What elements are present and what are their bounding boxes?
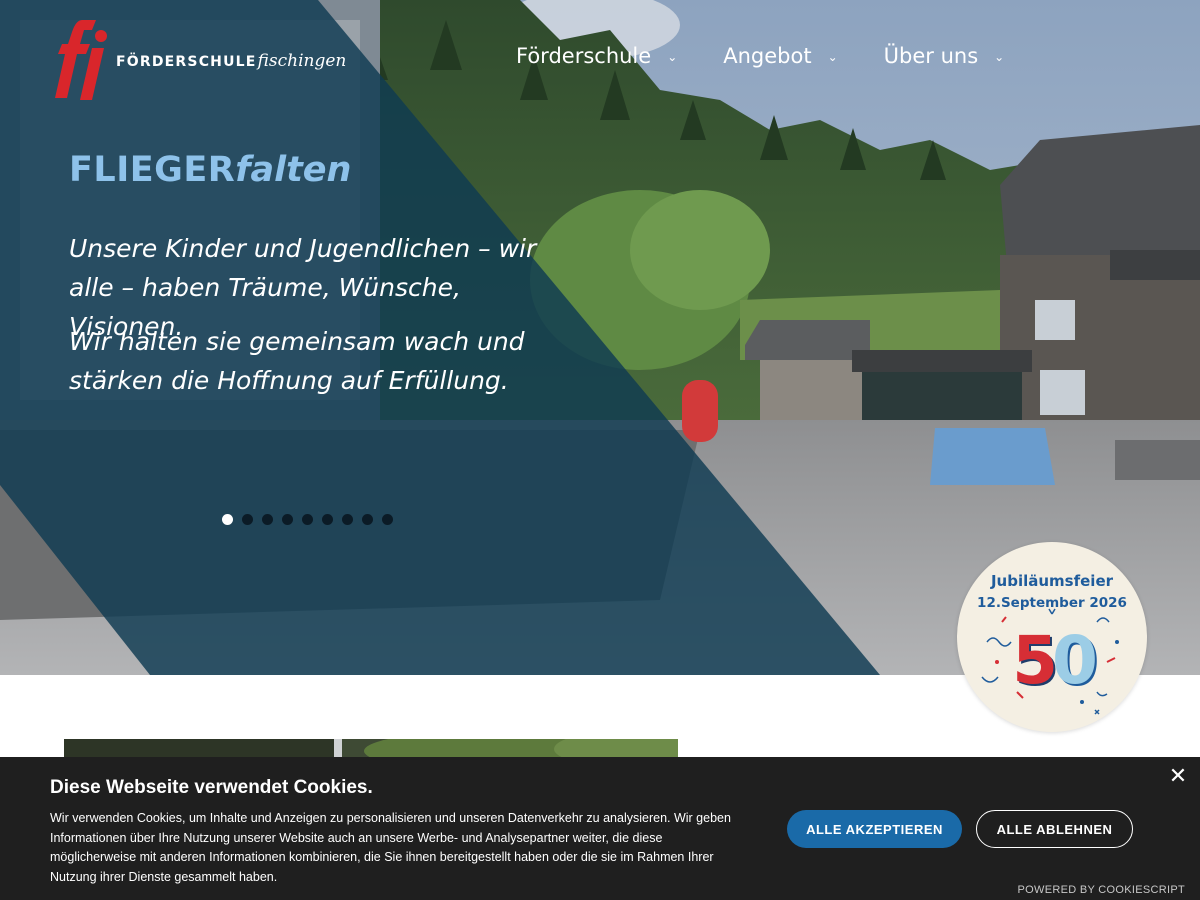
- nav-item-ueber-uns[interactable]: Über uns ⌄: [884, 44, 1005, 68]
- nav-item-foerderschule[interactable]: Förderschule ⌄: [516, 44, 677, 68]
- jubilee-digit-five: 5: [1012, 622, 1058, 699]
- slider-dot-2[interactable]: [242, 514, 253, 525]
- slider-dot-3[interactable]: [262, 514, 273, 525]
- powered-by-link[interactable]: POWERED BY COOKIESCRIPT: [1018, 884, 1185, 896]
- slider-dot-5[interactable]: [302, 514, 313, 525]
- chevron-down-icon: ⌄: [994, 50, 1005, 64]
- slider-dot-7[interactable]: [342, 514, 353, 525]
- nav-item-label: Angebot: [723, 44, 812, 68]
- main-navigation: Förderschule ⌄ Angebot ⌄ Über uns ⌄: [516, 44, 1050, 68]
- nav-item-angebot[interactable]: Angebot ⌄: [723, 44, 837, 68]
- slide-title: FLIEGERfalten: [69, 150, 351, 190]
- slide-paragraph-2: Wir halten sie gemeinsam wach und stärke…: [69, 327, 525, 395]
- page: FÖRDERSCHULEfischingen Förderschule ⌄ An…: [0, 0, 1200, 900]
- slider-pagination: [222, 514, 402, 525]
- logo-icon: [55, 20, 107, 100]
- slider-dot-8[interactable]: [362, 514, 373, 525]
- chevron-down-icon: ⌄: [667, 50, 678, 64]
- close-icon[interactable]: ✕: [1167, 765, 1189, 789]
- nav-item-label: Über uns: [883, 44, 979, 68]
- reject-all-button[interactable]: ALLE ABLEHNEN: [976, 810, 1133, 848]
- slider-dot-4[interactable]: [282, 514, 293, 525]
- jubilee-title: Jubiläumsfeier: [990, 572, 1114, 590]
- cookie-banner-text: Wir verwenden Cookies, um Inhalte und An…: [50, 811, 731, 884]
- slider-dot-9[interactable]: [382, 514, 393, 525]
- accept-all-button[interactable]: ALLE AKZEPTIEREN: [787, 810, 962, 848]
- logo-wordmark: FÖRDERSCHULEfischingen: [116, 51, 346, 71]
- cookie-banner-title: Diese Webseite verwendet Cookies.: [50, 777, 373, 798]
- slider-dot-6[interactable]: [322, 514, 333, 525]
- chevron-down-icon: ⌄: [827, 50, 838, 64]
- site-logo[interactable]: FÖRDERSCHULEfischingen: [52, 18, 346, 102]
- nav-item-label: Förderschule: [516, 44, 652, 68]
- jubilee-number: 50: [957, 628, 1147, 694]
- logo-text-bold: FÖRDERSCHULE: [116, 54, 257, 70]
- slide-title-bold: FLIEGER: [69, 150, 236, 190]
- jubilee-badge[interactable]: Jubiläumsfeier 12.September 2026 50: [957, 542, 1147, 732]
- jubilee-digit-zero: 0: [1052, 622, 1098, 699]
- slider-dot-1[interactable]: [222, 514, 233, 525]
- slide-title-italic: falten: [235, 150, 352, 190]
- cookie-banner: Diese Webseite verwendet Cookies. Wir ve…: [0, 757, 1200, 900]
- jubilee-date: 12.September 2026: [977, 595, 1127, 611]
- logo-text-italic: fischingen: [257, 51, 347, 71]
